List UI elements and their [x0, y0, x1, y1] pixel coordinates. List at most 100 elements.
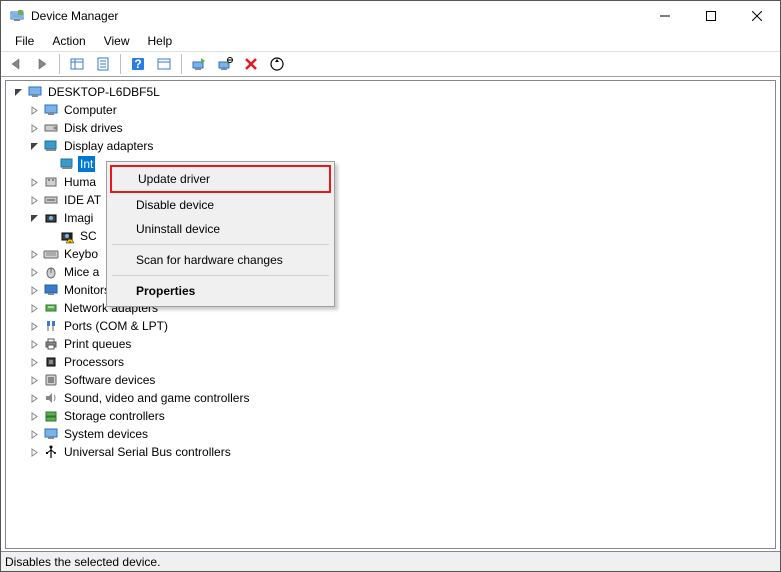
- imaging-icon: [42, 210, 60, 226]
- device-tree-panel: DESKTOP-L6DBF5L Computer Disk drives Dis…: [5, 80, 776, 549]
- tree-node-sound[interactable]: Sound, video and game controllers: [6, 389, 775, 407]
- show-hide-tree-button[interactable]: [66, 53, 88, 75]
- collapse-icon[interactable]: [26, 286, 42, 295]
- svg-text:!: !: [68, 232, 71, 245]
- collapse-icon[interactable]: [26, 106, 42, 115]
- tree-label: Storage controllers: [62, 408, 167, 424]
- ctx-separator: [112, 244, 329, 245]
- statusbar: Disables the selected device.: [1, 551, 780, 571]
- tree-node-ports[interactable]: Ports (COM & LPT): [6, 317, 775, 335]
- tree-node-storage[interactable]: Storage controllers: [6, 407, 775, 425]
- tree-node-print-queues[interactable]: Print queues: [6, 335, 775, 353]
- context-menu: Update driver Disable device Uninstall d…: [106, 161, 335, 307]
- tree-label: System devices: [62, 426, 150, 442]
- toolbar-separator: [59, 54, 60, 74]
- close-button[interactable]: [734, 1, 780, 31]
- menu-action[interactable]: Action: [44, 32, 93, 50]
- back-button[interactable]: [5, 53, 27, 75]
- ctx-uninstall-device[interactable]: Uninstall device: [110, 217, 331, 241]
- keyboard-icon: [42, 246, 60, 262]
- collapse-icon[interactable]: [26, 430, 42, 439]
- tree-root[interactable]: DESKTOP-L6DBF5L: [6, 83, 775, 101]
- tree-label: IDE AT: [62, 192, 103, 208]
- tree-label: Huma: [62, 174, 98, 190]
- ctx-disable-device[interactable]: Disable device: [110, 193, 331, 217]
- collapse-icon[interactable]: [26, 178, 42, 187]
- expand-icon[interactable]: [10, 88, 26, 97]
- window-controls: [642, 1, 780, 31]
- collapse-icon[interactable]: [26, 448, 42, 457]
- tree-node-display-adapters[interactable]: Display adapters: [6, 137, 775, 155]
- tree-label: Int: [78, 156, 95, 172]
- ctx-update-driver[interactable]: Update driver: [110, 165, 331, 193]
- maximize-button[interactable]: [688, 1, 734, 31]
- scan-hardware-button[interactable]: [266, 53, 288, 75]
- menu-file[interactable]: File: [7, 32, 42, 50]
- menu-view[interactable]: View: [96, 32, 138, 50]
- disable-device-button[interactable]: [214, 53, 236, 75]
- expand-icon[interactable]: [26, 214, 42, 223]
- status-text: Disables the selected device.: [5, 555, 160, 569]
- collapse-icon[interactable]: [26, 358, 42, 367]
- properties-button[interactable]: [92, 53, 114, 75]
- toolbar-separator: [181, 54, 182, 74]
- ctx-scan-hardware[interactable]: Scan for hardware changes: [110, 248, 331, 272]
- tree-label: Keybo: [62, 246, 100, 262]
- tree-label: DESKTOP-L6DBF5L: [46, 84, 162, 100]
- toolbar: ?: [1, 51, 780, 77]
- tree-node-computer[interactable]: Computer: [6, 101, 775, 119]
- minimize-button[interactable]: [642, 1, 688, 31]
- forward-button[interactable]: [31, 53, 53, 75]
- collapse-icon[interactable]: [26, 268, 42, 277]
- collapse-icon[interactable]: [26, 250, 42, 259]
- collapse-icon[interactable]: [26, 124, 42, 133]
- svg-text:?: ?: [134, 57, 141, 71]
- printer-icon: [42, 336, 60, 352]
- tree-label: Display adapters: [62, 138, 155, 154]
- collapse-icon[interactable]: [26, 304, 42, 313]
- tree-label: Software devices: [62, 372, 157, 388]
- display-adapter-icon: [42, 138, 60, 154]
- expand-icon[interactable]: [26, 142, 42, 151]
- tree-label: Print queues: [62, 336, 133, 352]
- collapse-icon[interactable]: [26, 196, 42, 205]
- tree-node-software-devices[interactable]: Software devices: [6, 371, 775, 389]
- processor-icon: [42, 354, 60, 370]
- update-driver-button[interactable]: [188, 53, 210, 75]
- imaging-warning-icon: !: [58, 228, 76, 244]
- collapse-icon[interactable]: [26, 322, 42, 331]
- tree-label: Imagi: [62, 210, 95, 226]
- tree-label: Universal Serial Bus controllers: [62, 444, 233, 460]
- disk-icon: [42, 120, 60, 136]
- display-adapter-icon: [58, 156, 76, 172]
- tree-node-processors[interactable]: Processors: [6, 353, 775, 371]
- tree-label: Processors: [62, 354, 126, 370]
- tree-label: Sound, video and game controllers: [62, 390, 251, 406]
- menubar: File Action View Help: [1, 31, 780, 51]
- mouse-icon: [42, 264, 60, 280]
- ide-icon: [42, 192, 60, 208]
- tree-node-system[interactable]: System devices: [6, 425, 775, 443]
- software-icon: [42, 372, 60, 388]
- tree-node-usb[interactable]: Universal Serial Bus controllers: [6, 443, 775, 461]
- tree-label: Monitors: [62, 282, 112, 298]
- collapse-icon[interactable]: [26, 412, 42, 421]
- tree-label: Ports (COM & LPT): [62, 318, 170, 334]
- collapse-icon[interactable]: [26, 376, 42, 385]
- tree-label: Computer: [62, 102, 119, 118]
- collapse-icon[interactable]: [26, 394, 42, 403]
- tree-label: Disk drives: [62, 120, 125, 136]
- collapse-icon[interactable]: [26, 340, 42, 349]
- menu-help[interactable]: Help: [140, 32, 181, 50]
- tree-node-disk-drives[interactable]: Disk drives: [6, 119, 775, 137]
- titlebar: Device Manager: [1, 1, 780, 31]
- ctx-properties[interactable]: Properties: [110, 279, 331, 303]
- help-button[interactable]: ?: [127, 53, 149, 75]
- usb-icon: [42, 444, 60, 460]
- computer-icon: [42, 102, 60, 118]
- uninstall-device-button[interactable]: [240, 53, 262, 75]
- system-icon: [42, 426, 60, 442]
- tree-label: Mice a: [62, 264, 101, 280]
- list-button[interactable]: [153, 53, 175, 75]
- hid-icon: [42, 174, 60, 190]
